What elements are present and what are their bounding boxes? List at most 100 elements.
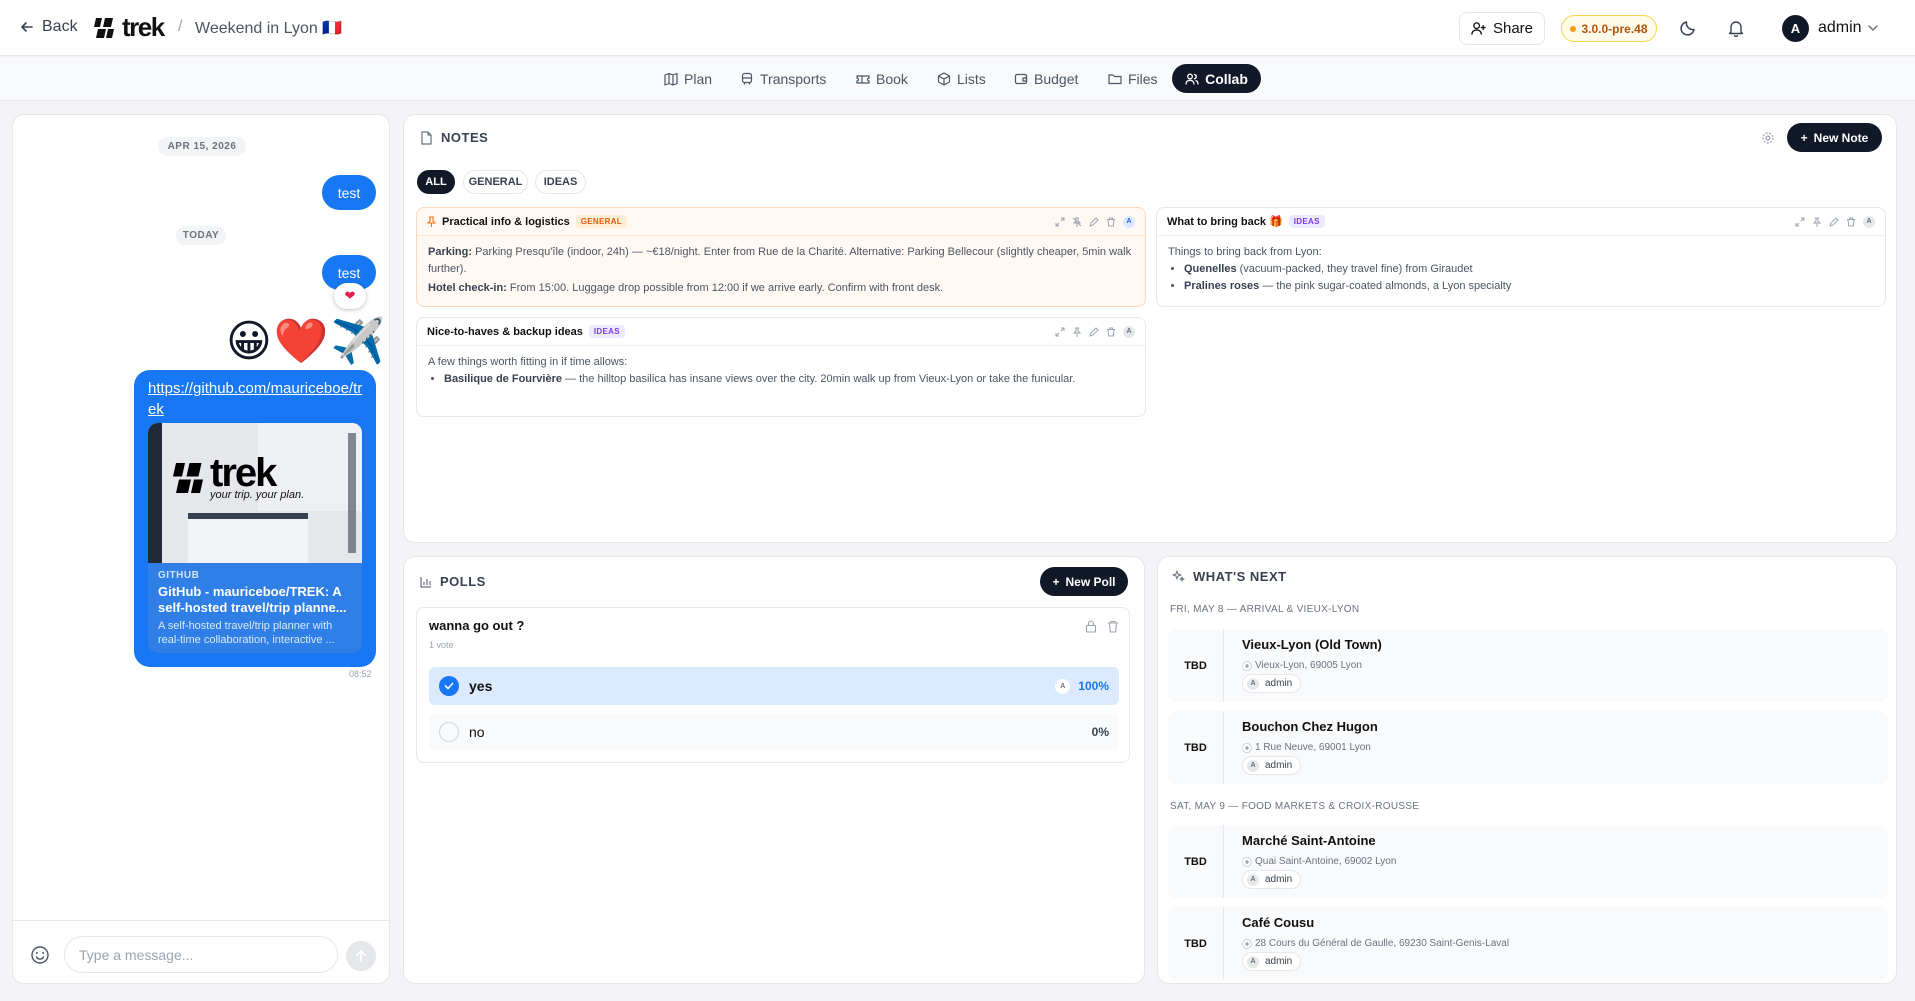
expand-icon[interactable] [1055, 217, 1065, 227]
poll-option-yes[interactable]: yes A 100% [429, 667, 1119, 705]
poll-option-no[interactable]: no 0% [429, 713, 1119, 751]
note-text: From 15:00. Luggage drop possible from 1… [509, 282, 944, 294]
tab-lists[interactable]: Lists [929, 64, 994, 93]
app-logo[interactable]: trek [92, 12, 165, 43]
pin-icon[interactable] [1812, 217, 1822, 227]
sparkles-icon [1172, 570, 1185, 582]
note-card[interactable]: What to bring back 🎁 IDEAS A Things to b… [1156, 207, 1886, 307]
back-button[interactable]: Back [20, 18, 78, 36]
preview-tagline: your trip. your plan. [210, 489, 305, 501]
option-percent: 100% [1078, 679, 1109, 693]
filter-ideas[interactable]: IDEAS [535, 170, 586, 194]
trash-icon[interactable] [1846, 217, 1856, 227]
filter-all[interactable]: ALL [417, 170, 455, 194]
preview-title: GitHub - mauriceboe/TREK: A self-hosted … [158, 584, 347, 615]
new-note-button[interactable]: + New Note [1787, 123, 1882, 152]
dark-mode-toggle[interactable] [1679, 19, 1697, 37]
trash-icon[interactable] [1106, 327, 1116, 337]
chat-message[interactable]: test [322, 175, 376, 210]
note-card[interactable]: Practical info & logistics GENERAL A Par… [416, 207, 1146, 307]
assignee-name: admin [1265, 874, 1293, 885]
trash-icon[interactable] [1107, 620, 1119, 633]
preview-description: A self-hosted travel/trip planner with r… [158, 620, 335, 646]
message-input[interactable]: Type a message... [64, 936, 338, 973]
category-badge: IDEAS [1288, 215, 1325, 228]
itinerary-item[interactable]: TBD Café Cousu ⦿ 28 Cours du Général de G… [1168, 907, 1888, 980]
folder-icon [1108, 73, 1122, 84]
new-poll-button[interactable]: + New Poll [1040, 567, 1128, 596]
plus-icon: + [1052, 574, 1060, 589]
whats-next-header: WHAT'S NEXT [1172, 569, 1287, 584]
notifications-button[interactable] [1727, 19, 1745, 37]
unpin-icon[interactable] [1072, 217, 1082, 227]
category-badge: IDEAS [588, 325, 625, 338]
assignee-avatar: A [1247, 955, 1259, 968]
note-card[interactable]: Nice-to-haves & backup ideas IDEAS A A f… [416, 317, 1146, 417]
option-label: no [469, 724, 485, 740]
smile-icon [31, 946, 49, 964]
share-label: Share [1492, 20, 1534, 37]
assignee-avatar: A [1247, 873, 1259, 886]
avatar[interactable]: A [1782, 15, 1809, 42]
user-name[interactable]: admin [1818, 19, 1862, 37]
tab-plan[interactable]: Plan [656, 64, 720, 93]
tab-files[interactable]: Files [1100, 64, 1166, 93]
emoji-picker-button[interactable] [30, 945, 50, 965]
edit-icon[interactable] [1089, 216, 1099, 227]
note-title: Nice-to-haves & backup ideas [427, 325, 583, 338]
lock-icon[interactable] [1085, 620, 1097, 633]
new-poll-label: New Poll [1065, 574, 1116, 589]
back-label: Back [42, 18, 78, 35]
new-note-label: New Note [1813, 130, 1869, 145]
share-button[interactable]: Share [1459, 12, 1545, 45]
ticket-icon [856, 74, 870, 84]
breadcrumb-separator: / [178, 18, 183, 35]
link-preview-image: trek your trip. your plan. [148, 423, 362, 563]
file-icon [421, 130, 432, 145]
address-text: 1 Rue Neuve, 69001 Lyon [1255, 742, 1371, 753]
trash-icon[interactable] [1106, 217, 1116, 227]
filter-general[interactable]: GENERAL [463, 170, 528, 194]
note-text: Parking Presqu'île (indoor, 24h) — ~€18/… [428, 246, 1132, 275]
assignee-pill: Aadmin [1242, 870, 1302, 889]
arrow-up-icon [356, 949, 366, 962]
itinerary-item[interactable]: TBD Marché Saint-Antoine ⦿ Quai Saint-Ant… [1168, 825, 1888, 898]
polls-header: POLLS [420, 574, 486, 589]
send-button[interactable] [346, 941, 376, 971]
category-badge: GENERAL [575, 215, 627, 228]
link-preview-card[interactable]: trek your trip. your plan. GITHUB GitHub… [148, 423, 362, 653]
edit-icon[interactable] [1829, 216, 1839, 227]
map-pin-icon: ⦿ [1242, 662, 1252, 673]
link-message[interactable]: https://github.com/mauriceboe/trek trek … [134, 370, 376, 667]
item-time: TBD [1168, 907, 1224, 980]
message-link[interactable]: https://github.com/mauriceboe/trek [148, 378, 364, 420]
user-plus-icon [1471, 22, 1486, 35]
itinerary-item[interactable]: TBD Bouchon Chez Hugon ⦿ 1 Rue Neuve, 690… [1168, 711, 1888, 784]
item-time: TBD [1168, 711, 1224, 784]
chevron-down-icon[interactable] [1867, 22, 1879, 34]
pin-icon[interactable] [1072, 327, 1082, 337]
polls-title: POLLS [440, 574, 486, 589]
notes-settings-button[interactable] [1761, 131, 1775, 145]
tab-transports[interactable]: Transports [732, 64, 834, 93]
itinerary-item[interactable]: TBD Vieux-Lyon (Old Town) ⦿ Vieux-Lyon, 6… [1168, 629, 1888, 702]
item-address: ⦿ Vieux-Lyon, 69005 Lyon [1242, 658, 1362, 673]
tab-book[interactable]: Book [848, 64, 916, 93]
edit-icon[interactable] [1089, 326, 1099, 337]
assignee-name: admin [1265, 760, 1293, 771]
poll-question: wanna go out ? [429, 618, 525, 633]
expand-icon[interactable] [1795, 217, 1805, 227]
tab-label: Plan [684, 70, 713, 87]
assignee-avatar: A [1247, 759, 1259, 772]
tab-budget[interactable]: Budget [1006, 64, 1086, 93]
expand-icon[interactable] [1055, 327, 1065, 337]
version-dot [1570, 25, 1577, 32]
emoji-message[interactable]: 😀❤️✈️ [226, 318, 387, 366]
note-label: Parking: [428, 246, 473, 258]
tab-collab[interactable]: Collab [1172, 64, 1261, 93]
message-reaction[interactable]: ❤ [334, 283, 366, 309]
tab-label: Files [1128, 70, 1158, 87]
note-title: Practical info & logistics [442, 215, 570, 228]
map-pin-icon: ⦿ [1242, 858, 1252, 869]
item-address: ⦿ Quai Saint-Antoine, 69002 Lyon [1242, 854, 1396, 869]
